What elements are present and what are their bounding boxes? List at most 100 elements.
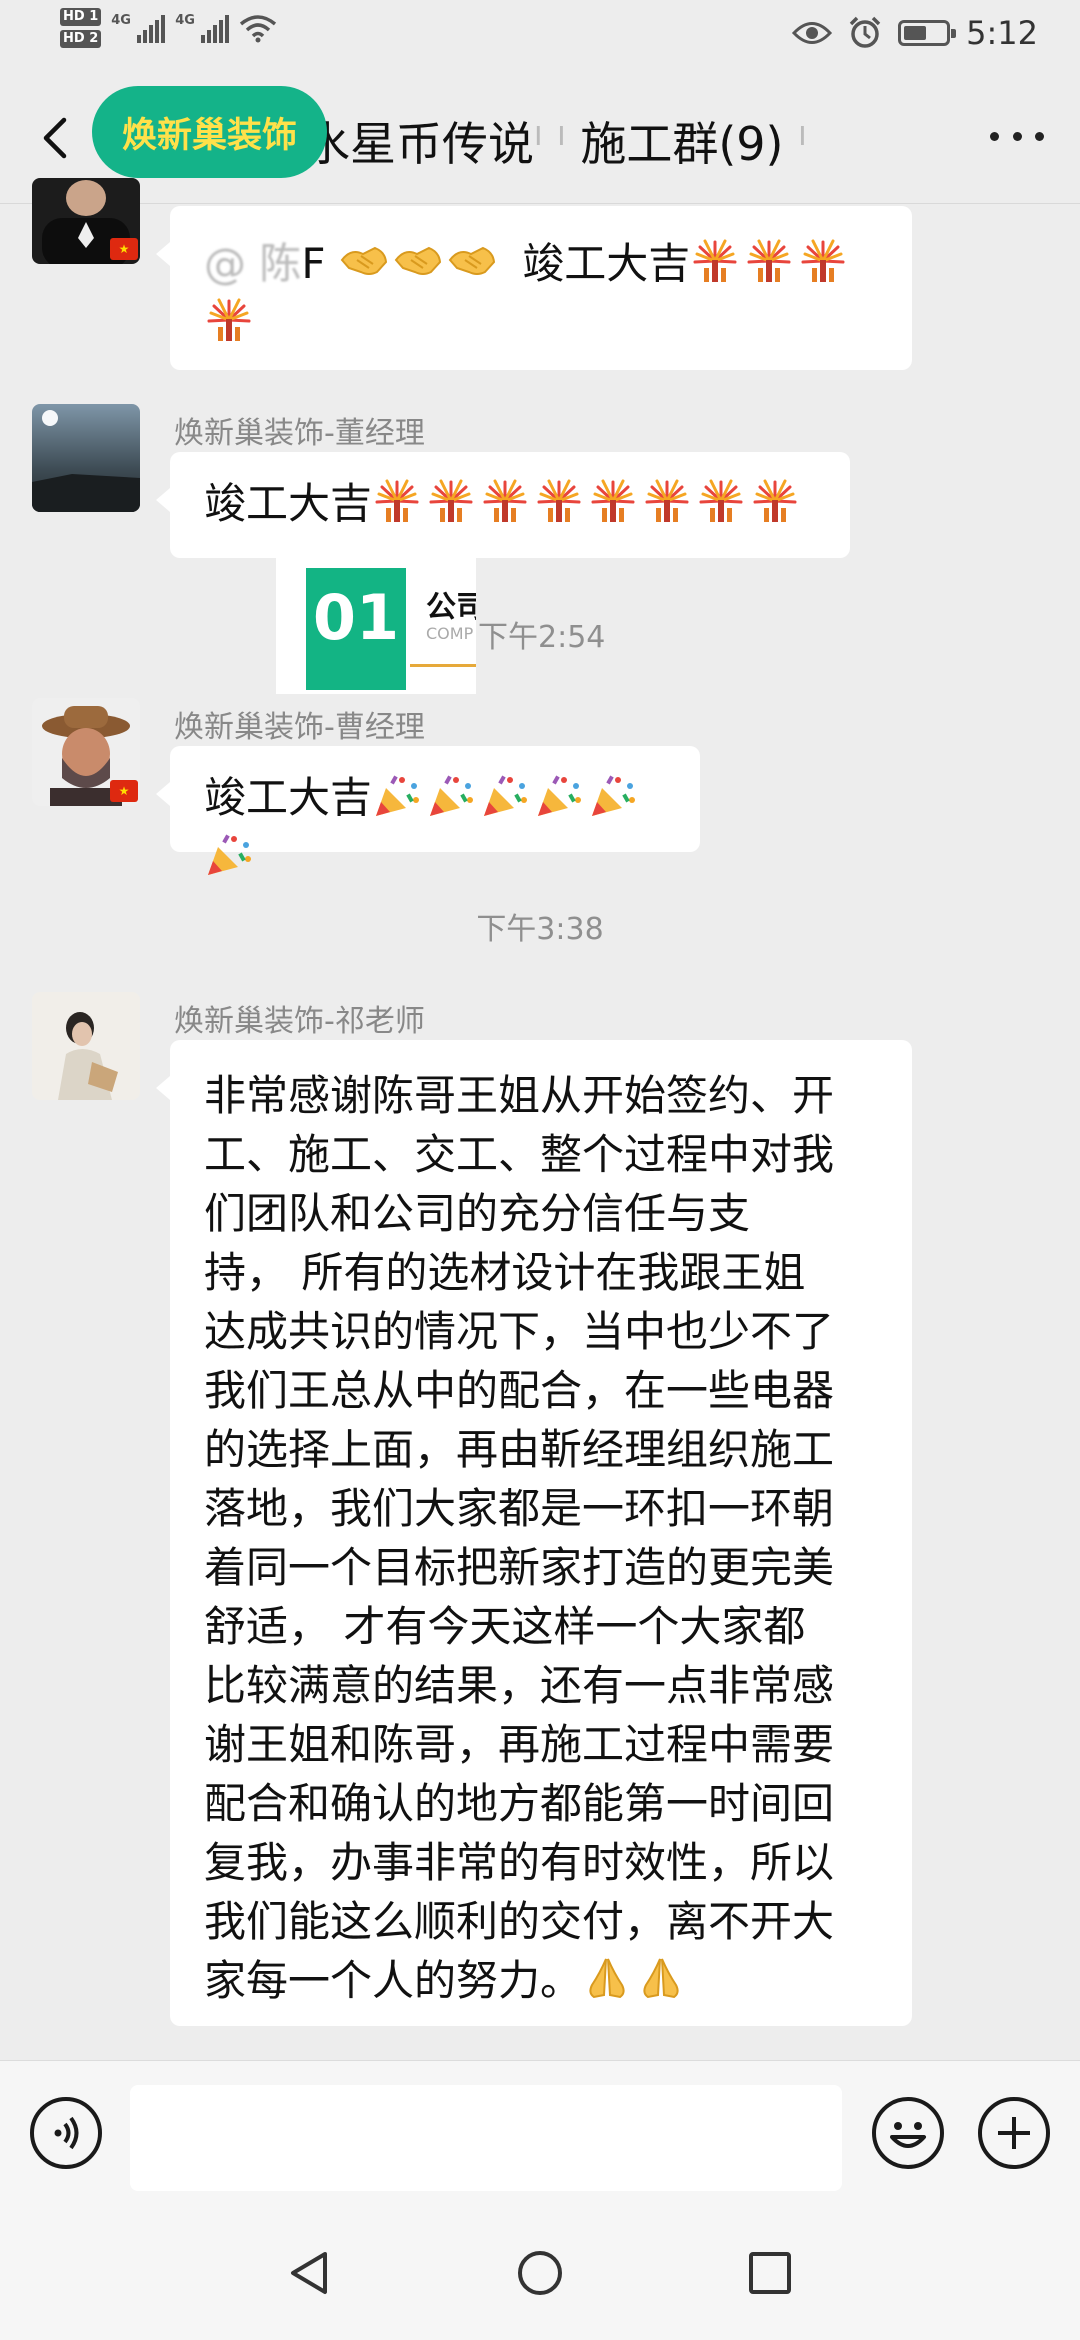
message-line: 舒适， 才有今天这样一个大家都 bbox=[204, 1597, 892, 1656]
fireworks-emoji bbox=[696, 478, 746, 524]
fireworks-emoji bbox=[534, 478, 584, 524]
chat-input-bar bbox=[0, 2060, 1080, 2200]
nav-home-icon[interactable] bbox=[515, 2248, 565, 2298]
message-line-text: 复我，办事非常的有时效性，所以 bbox=[204, 1838, 835, 1887]
message-bubble[interactable]: 竣工大吉 bbox=[156, 746, 700, 852]
message-line: 配合和确认的地方都能第一时间回 bbox=[204, 1774, 892, 1833]
message-input[interactable] bbox=[130, 2085, 842, 2191]
nav-recent-icon[interactable] bbox=[745, 2248, 795, 2298]
dot bbox=[990, 131, 999, 141]
status-bar: HD 1 HD 2 4G 4G 5:12 bbox=[0, 0, 1080, 72]
message-line-text: 我们王总从中的配合，在一些电器 bbox=[204, 1366, 835, 1415]
alarm-icon bbox=[849, 16, 881, 48]
party-popper-emoji bbox=[534, 772, 584, 818]
card-subtitle: COMP bbox=[426, 624, 474, 643]
status-left: HD 1 HD 2 4G 4G bbox=[60, 8, 277, 48]
message-line-text: 配合和确认的地方都能第一时间回 bbox=[204, 1779, 835, 1828]
message-line-text: 谢王姐和陈哥，再施工过程中需要 bbox=[204, 1720, 835, 1769]
chat-timestamp: 下午3:38 bbox=[476, 912, 604, 947]
party-popper-emoji bbox=[588, 772, 638, 818]
message-line: 工、施工、交工、整个过程中对我 bbox=[204, 1125, 892, 1184]
fireworks-emoji bbox=[426, 478, 476, 524]
message-line: 达成共识的情况下，当中也少不了 bbox=[204, 1302, 892, 1361]
message-line-text: 家每一个人的努力。 bbox=[204, 1956, 583, 2005]
fireworks-emoji bbox=[372, 478, 422, 524]
message-line-text: 工、施工、交工、整个过程中对我 bbox=[204, 1130, 835, 1179]
sim-indicators: HD 1 HD 2 bbox=[60, 8, 102, 48]
folded-hands-emoji bbox=[636, 1955, 686, 2001]
battery-fill bbox=[904, 26, 927, 40]
message-line: 持， 所有的选材设计在我跟王姐 bbox=[204, 1243, 892, 1302]
avatar[interactable]: ★ bbox=[32, 178, 140, 264]
folded-hands-emoji bbox=[582, 1955, 632, 2001]
fireworks-emoji bbox=[642, 478, 692, 524]
emoji-icon[interactable] bbox=[872, 2097, 944, 2169]
avatar[interactable]: ★ bbox=[32, 698, 140, 806]
fireworks-emoji bbox=[690, 238, 740, 284]
sim1-label: HD 1 bbox=[60, 8, 102, 26]
fireworks-emoji bbox=[204, 297, 254, 343]
message-line-text: 达成共识的情况下，当中也少不了 bbox=[204, 1307, 835, 1356]
message-line: 我们王总从中的配合，在一些电器 bbox=[204, 1361, 892, 1420]
handshake-emoji bbox=[447, 238, 497, 284]
card-number: 01 bbox=[306, 568, 406, 690]
message-line-text: 着同一个目标把新家打造的更完美 bbox=[204, 1543, 835, 1592]
message-line-text: 我们能这么顺利的交付，离不开大 bbox=[204, 1897, 835, 1946]
message-text: 竣工大吉 bbox=[204, 479, 373, 528]
firework-emojis bbox=[372, 479, 804, 528]
message-line: 我们能这么顺利的交付，离不开大 bbox=[204, 1892, 892, 1951]
handshake-emoji bbox=[393, 238, 443, 284]
message-bubble[interactable]: 竣工大吉 bbox=[156, 452, 850, 558]
avatar[interactable] bbox=[32, 404, 140, 512]
party-popper-emoji bbox=[372, 772, 422, 818]
mention-fragment: F bbox=[301, 239, 326, 288]
handshake-emoji bbox=[339, 238, 389, 284]
message-bubble[interactable]: @ 陈F 竣工大吉 bbox=[156, 206, 912, 370]
plus-icon[interactable] bbox=[978, 2097, 1050, 2169]
blurred-mention: @ 陈 bbox=[204, 239, 302, 288]
message-line: 着同一个目标把新家打造的更完美 bbox=[204, 1538, 892, 1597]
message-line: 家每一个人的努力。 bbox=[204, 1951, 892, 2010]
nav-back-icon[interactable] bbox=[285, 2248, 335, 2298]
message-text: 竣工大吉 bbox=[204, 773, 373, 822]
message-text: 竣工大吉 bbox=[522, 239, 691, 288]
party-popper-emoji bbox=[426, 772, 476, 818]
sender-name: 焕新巢装饰-祁老师 bbox=[174, 1004, 425, 1039]
prayer-emojis bbox=[582, 1956, 690, 2005]
back-chevron-icon[interactable] bbox=[30, 108, 80, 168]
system-nav-bar bbox=[0, 2200, 1080, 2340]
message-line: 非常感谢陈哥王姐从开始签约、开 bbox=[204, 1066, 892, 1125]
dot bbox=[1012, 131, 1022, 141]
message-line: 们团队和公司的充分信任与支 bbox=[204, 1184, 892, 1243]
battery-icon bbox=[898, 20, 957, 46]
fireworks-emoji bbox=[750, 478, 800, 524]
message-bubble[interactable]: 非常感谢陈哥王姐从开始签约、开 工、施工、交工、整个过程中对我们团队和公司的充分信… bbox=[156, 1040, 912, 2026]
message-line: 的选择上面，再由靳经理组织施工 bbox=[204, 1420, 892, 1479]
chat-title-suffix: 施工群(9) bbox=[580, 117, 784, 171]
more-options-button[interactable] bbox=[982, 116, 1052, 156]
net2-label: 4G bbox=[175, 13, 195, 28]
flag-badge: ★ bbox=[110, 780, 138, 802]
sender-name: 焕新巢装饰-董经理 bbox=[174, 416, 425, 451]
fireworks-emoji bbox=[588, 478, 638, 524]
message-line-text: 非常感谢陈哥王姐从开始签约、开 bbox=[204, 1071, 835, 1120]
party-popper-emoji bbox=[480, 772, 530, 818]
clock: 5:12 bbox=[966, 14, 1038, 52]
net1-label: 4G bbox=[111, 13, 131, 28]
message-line-text: 的选择上面，再由靳经理组织施工 bbox=[204, 1425, 835, 1474]
party-popper-emoji bbox=[204, 831, 254, 877]
message-time: 下午2:54 bbox=[478, 620, 606, 655]
signal-icon-2: 4G bbox=[175, 13, 230, 43]
message-line: 复我，办事非常的有时效性，所以 bbox=[204, 1833, 892, 1892]
avatar[interactable] bbox=[32, 992, 140, 1100]
card-divider bbox=[410, 664, 476, 667]
message-line: 落地，我们大家都是一环扣一环朝 bbox=[204, 1479, 892, 1538]
message-line-text: 舒适， 才有今天这样一个大家都 bbox=[204, 1602, 806, 1651]
sender-name: 焕新巢装饰-曹经理 bbox=[174, 710, 425, 745]
voice-input-icon[interactable] bbox=[30, 2097, 102, 2169]
company-logo-card[interactable]: 01 公司 COMP bbox=[276, 558, 476, 694]
chat-title: 流水星币传说ᴵ ᴵ 施工群(9) ᴵ bbox=[258, 117, 807, 171]
chat-header: 流水星币传说ᴵ ᴵ 施工群(9) ᴵ 焕新巢装饰 bbox=[0, 72, 1080, 204]
signal-icon: 4G bbox=[111, 13, 166, 43]
fireworks-emoji bbox=[744, 238, 794, 284]
